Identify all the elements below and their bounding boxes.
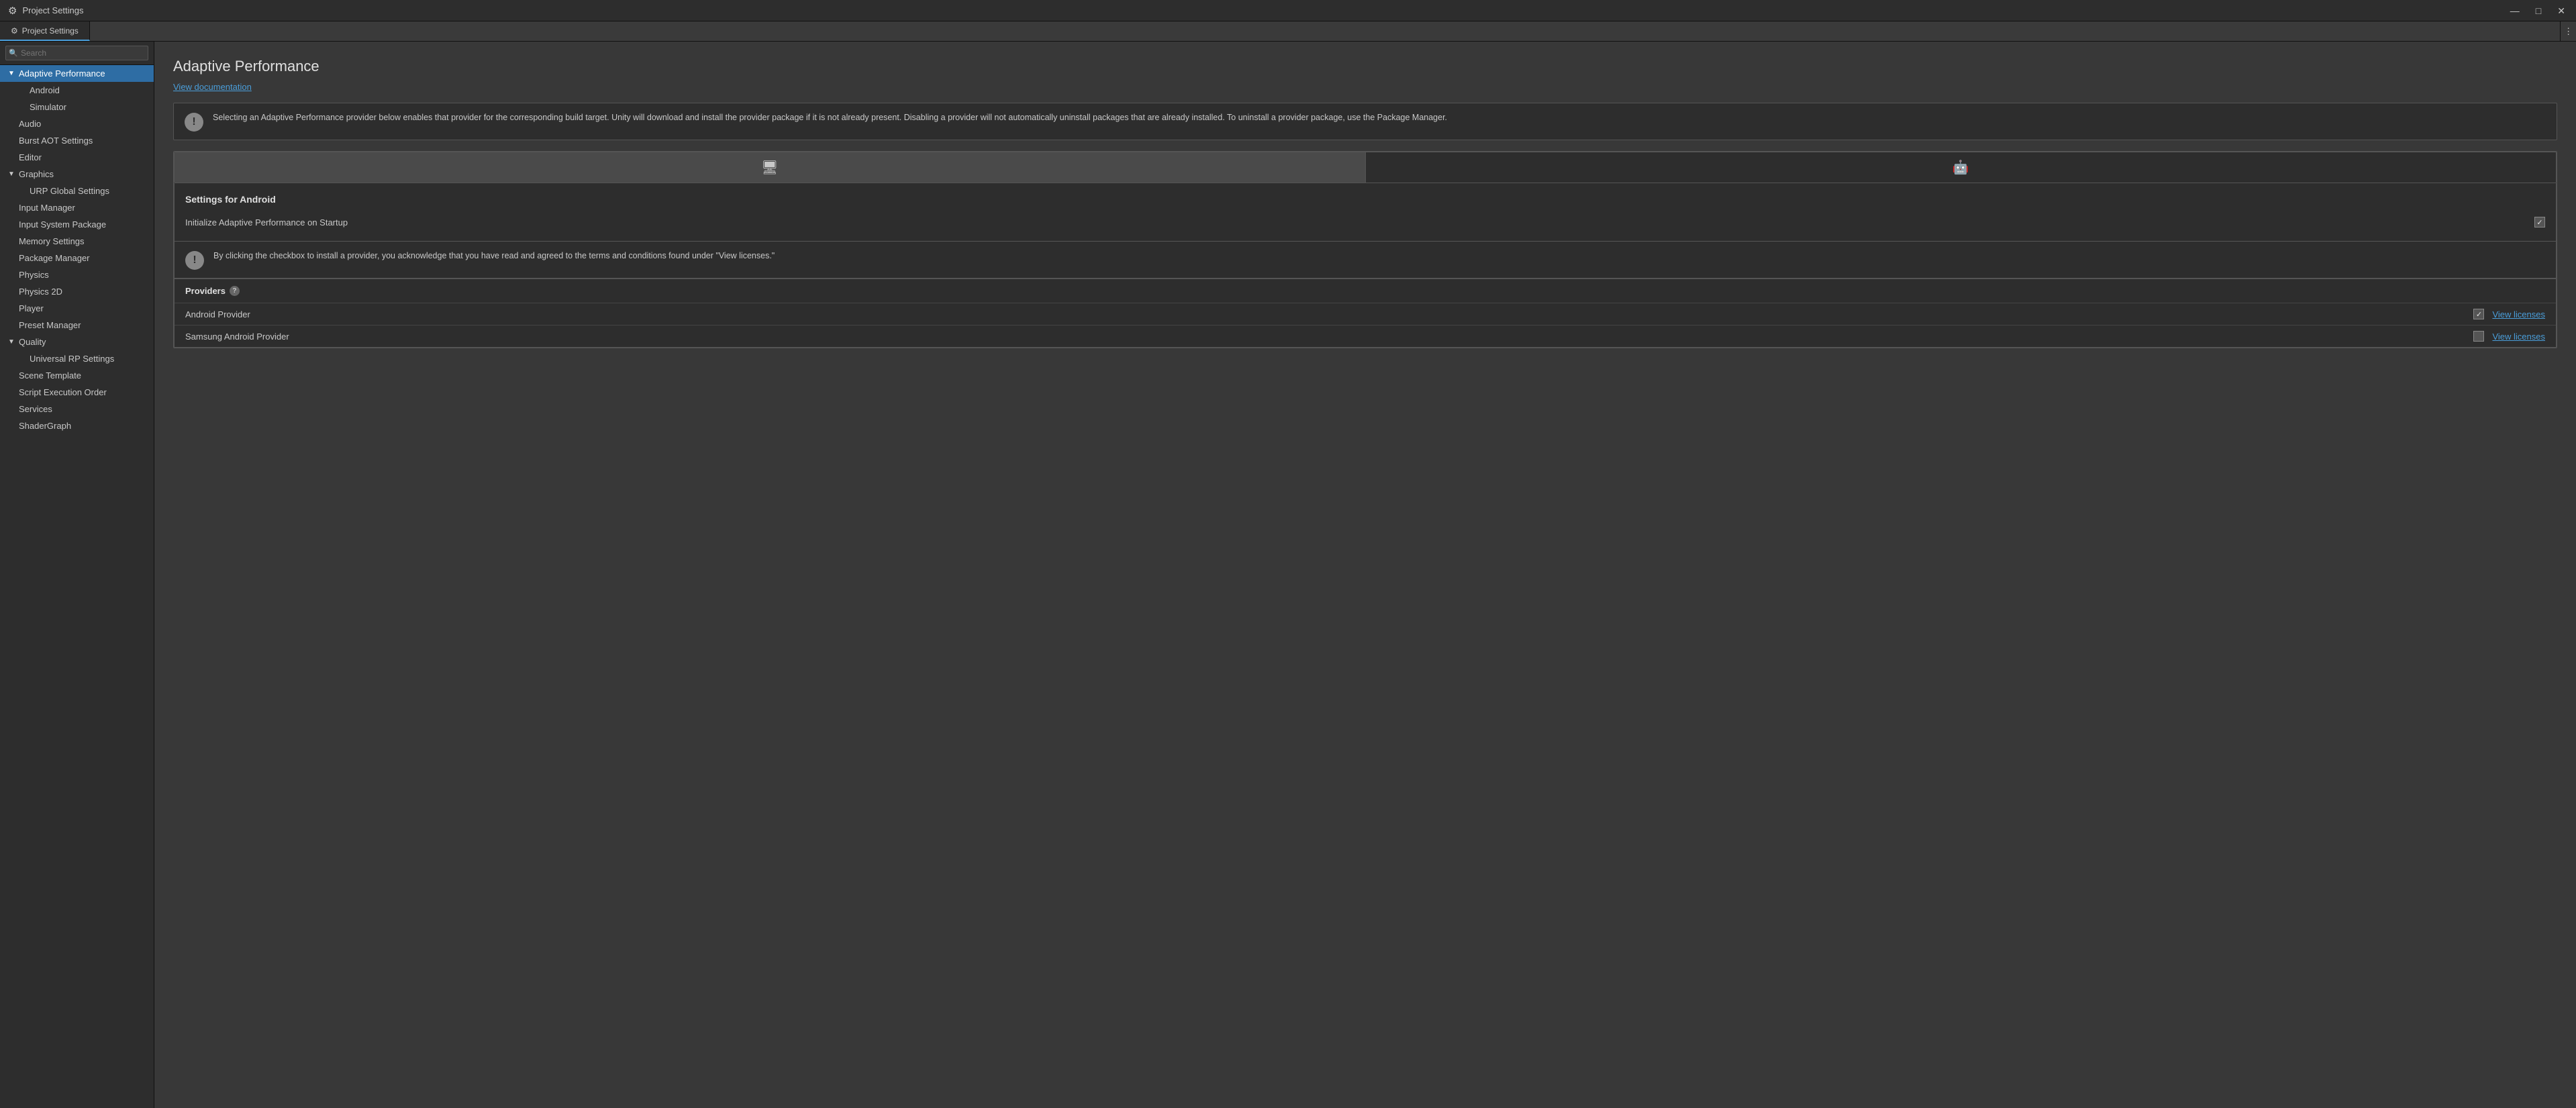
providers-section: Providers ? Android Provider View licens… [174,279,2557,348]
sidebar-item-preset-manager[interactable]: Preset Manager [0,317,154,334]
tab-android[interactable]: 🤖 [1366,152,2557,183]
desktop-icon: 🖥 [761,159,778,176]
view-licenses-link-1[interactable]: View licenses [2492,332,2545,342]
sidebar-item-physics-2d[interactable]: Physics 2D [0,283,154,300]
sidebar-item-adaptive-performance[interactable]: ▼Adaptive Performance [0,65,154,82]
android-icon: 🤖 [1952,159,1969,176]
sidebar-item-services[interactable]: Services [0,401,154,417]
providers-list: Android Provider View licenses Samsung A… [175,303,2556,347]
providers-header: Providers ? [175,279,2556,303]
search-input[interactable] [5,46,148,60]
sidebar-item-scene-template[interactable]: Scene Template [0,367,154,384]
sidebar-item-package-manager[interactable]: Package Manager [0,250,154,266]
main-layout: 🔍 ▼Adaptive PerformanceAndroidSimulatorA… [0,42,2576,1108]
sidebar-search-section: 🔍 [0,42,154,65]
initialize-checkbox[interactable] [2534,217,2545,228]
maximize-button[interactable]: □ [2533,6,2544,15]
sidebar-item-input-manager[interactable]: Input Manager [0,199,154,216]
android-settings-panel: Settings for Android Initialize Adaptive… [174,183,2557,242]
provider-row-0: Android Provider View licenses [175,303,2556,325]
warn-message: By clicking the checkbox to install a pr… [213,250,775,262]
search-icon: 🔍 [9,49,18,58]
tab-bar: ⚙ Project Settings ⋮ [0,21,2576,42]
sidebar-item-universal-rp-settings[interactable]: Universal RP Settings [0,350,154,367]
page-title: Adaptive Performance [173,58,2557,75]
sidebar-item-player[interactable]: Player [0,300,154,317]
tab-more-button[interactable]: ⋮ [2560,21,2576,41]
sidebar: 🔍 ▼Adaptive PerformanceAndroidSimulatorA… [0,42,154,1108]
view-documentation-link[interactable]: View documentation [173,82,252,92]
minimize-button[interactable]: — [2508,6,2522,15]
sidebar-items-container: ▼Adaptive PerformanceAndroidSimulatorAud… [0,65,154,434]
sidebar-item-android[interactable]: Android [0,82,154,99]
provider-name-0: Android Provider [185,309,2465,319]
provider-checkbox-0[interactable] [2473,309,2484,319]
sidebar-item-physics[interactable]: Physics [0,266,154,283]
tab-icon: ⚙ [11,26,18,36]
sidebar-item-burst-aot-settings[interactable]: Burst AOT Settings [0,132,154,149]
settings-section-title: Settings for Android [185,194,2545,205]
sidebar-item-quality[interactable]: ▼Quality [0,334,154,350]
app-icon: ⚙ [8,5,17,17]
providers-label: Providers [185,286,226,296]
initialize-row: Initialize Adaptive Performance on Start… [185,214,2545,230]
title-bar: ⚙ Project Settings — □ ✕ [0,0,2576,21]
main-content: Adaptive Performance View documentation … [154,42,2576,1108]
close-button[interactable]: ✕ [2555,6,2568,15]
providers-help-icon[interactable]: ? [230,286,240,296]
initialize-label: Initialize Adaptive Performance on Start… [185,217,2526,228]
window-title: Project Settings [22,5,83,15]
sidebar-item-input-system-package[interactable]: Input System Package [0,216,154,233]
sidebar-item-shadergraph[interactable]: ShaderGraph [0,417,154,434]
tab-label: Project Settings [22,26,79,36]
warn-icon: ! [185,251,204,270]
warn-box: ! By clicking the checkbox to install a … [174,242,2557,279]
sidebar-item-simulator[interactable]: Simulator [0,99,154,115]
arrow-icon: ▼ [8,70,17,77]
view-licenses-link-0[interactable]: View licenses [2492,309,2545,319]
sidebar-item-audio[interactable]: Audio [0,115,154,132]
tab-project-settings[interactable]: ⚙ Project Settings [0,21,90,41]
tab-desktop[interactable]: 🖥 [175,152,1366,183]
arrow-icon: ▼ [8,170,17,178]
provider-checkbox-1[interactable] [2473,331,2484,342]
info-box: ! Selecting an Adaptive Performance prov… [173,103,2557,140]
sidebar-item-urp-global-settings[interactable]: URP Global Settings [0,183,154,199]
provider-name-1: Samsung Android Provider [185,332,2465,342]
arrow-icon: ▼ [8,338,17,346]
provider-row-1: Samsung Android Provider View licenses [175,325,2556,347]
info-message: Selecting an Adaptive Performance provid… [213,111,1447,124]
sidebar-item-editor[interactable]: Editor [0,149,154,166]
platform-tabs: 🖥 🤖 [174,152,2557,183]
settings-section-block: 🖥 🤖 Settings for Android Initialize Adap… [173,151,2557,348]
window-controls: — □ ✕ [2508,6,2568,15]
sidebar-item-memory-settings[interactable]: Memory Settings [0,233,154,250]
sidebar-item-graphics[interactable]: ▼Graphics [0,166,154,183]
info-icon: ! [185,113,203,132]
sidebar-item-script-execution-order[interactable]: Script Execution Order [0,384,154,401]
